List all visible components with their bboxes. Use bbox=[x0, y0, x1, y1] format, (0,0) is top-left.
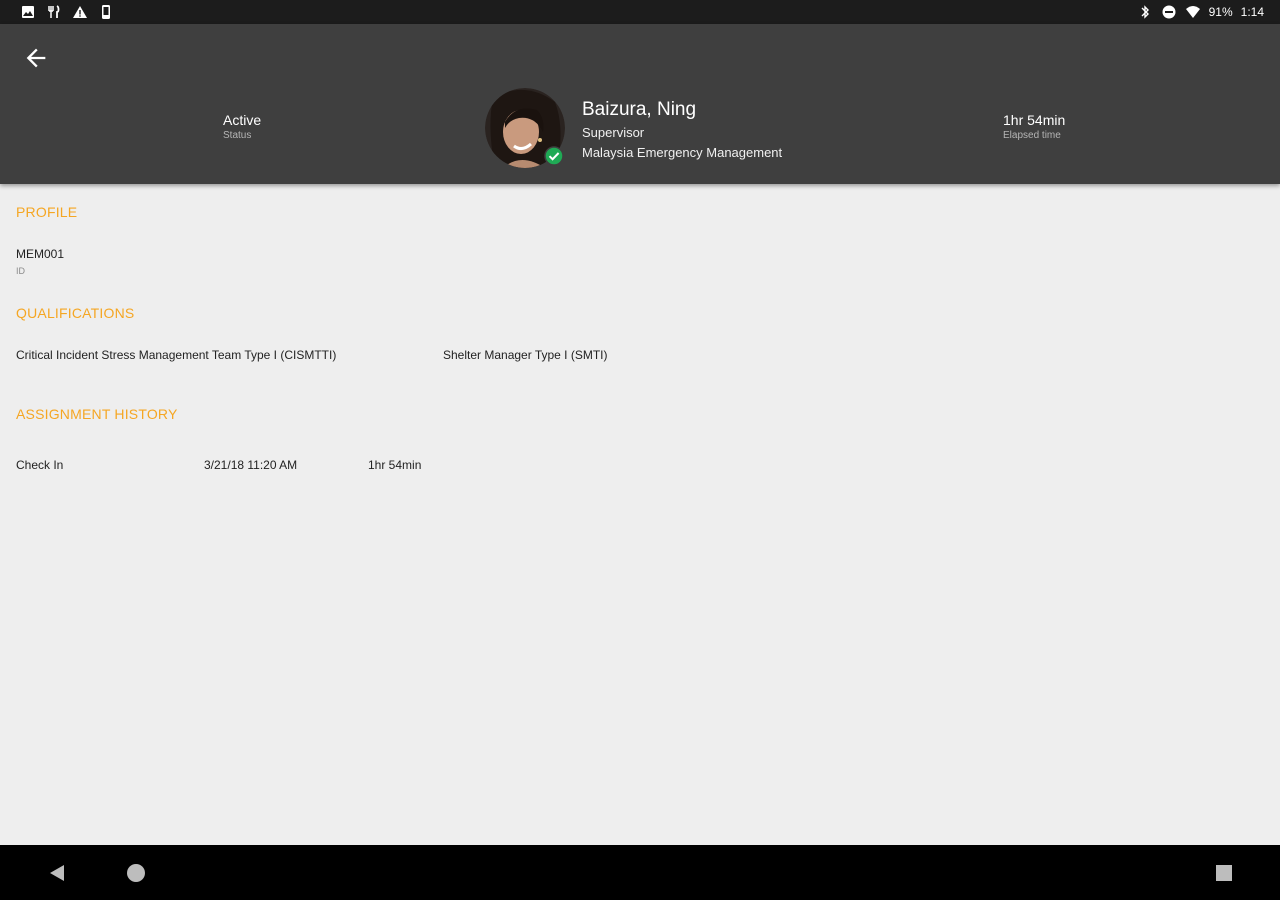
nav-home-button[interactable] bbox=[124, 861, 148, 885]
image-icon bbox=[20, 4, 36, 20]
status-block: Active Status bbox=[223, 112, 261, 141]
elapsed-label: Elapsed time bbox=[1003, 130, 1061, 141]
person-info: Baizura, Ning Supervisor Malaysia Emerge… bbox=[582, 99, 782, 160]
status-label: Status bbox=[223, 130, 252, 141]
circle-home-icon bbox=[127, 864, 145, 882]
member-id-value: MEM001 bbox=[16, 247, 65, 261]
person-role: Supervisor bbox=[582, 125, 645, 140]
qualification-item: Shelter Manager Type I (SMTI) bbox=[443, 348, 608, 362]
bluetooth-icon bbox=[1137, 4, 1153, 20]
arrow-back-icon bbox=[26, 48, 46, 68]
battery-level: 91% bbox=[1208, 5, 1233, 19]
system-status-bar: 91% 1:14 bbox=[0, 0, 1280, 24]
person-organization: Malaysia Emergency Management bbox=[582, 145, 783, 160]
system-indicators: 91% 1:14 bbox=[1137, 4, 1264, 20]
square-recents-icon bbox=[1216, 865, 1232, 881]
section-title-assignment-history: ASSIGNMENT HISTORY bbox=[16, 406, 178, 422]
nav-recents-button[interactable] bbox=[1212, 861, 1236, 885]
elapsed-block: 1hr 54min Elapsed time bbox=[1003, 112, 1065, 141]
section-title-qualifications: QUALIFICATIONS bbox=[16, 305, 135, 321]
qualification-item: Critical Incident Stress Management Team… bbox=[16, 348, 337, 362]
member-id-label: ID bbox=[16, 266, 25, 276]
triangle-back-icon bbox=[50, 865, 64, 881]
clock: 1:14 bbox=[1240, 5, 1264, 19]
person-name: Baizura, Ning bbox=[582, 99, 697, 120]
status-value: Active bbox=[223, 112, 262, 128]
wifi-icon bbox=[1185, 4, 1201, 20]
profile-header: Active Status Baizura, Ning Supervisor M… bbox=[0, 24, 1280, 184]
notification-icons bbox=[20, 4, 114, 20]
do-not-disturb-icon bbox=[1161, 4, 1177, 20]
system-navigation-bar bbox=[0, 845, 1280, 900]
assignment-event: Check In bbox=[16, 458, 64, 472]
section-title-profile: PROFILE bbox=[16, 204, 78, 220]
nav-back-button[interactable] bbox=[45, 861, 69, 885]
phone-icon bbox=[98, 4, 114, 20]
assignment-duration: 1hr 54min bbox=[368, 458, 422, 472]
restaurant-icon bbox=[46, 4, 62, 20]
assignment-datetime: 3/21/18 11:20 AM bbox=[204, 458, 298, 472]
verified-badge-icon bbox=[544, 146, 564, 166]
elapsed-value: 1hr 54min bbox=[1003, 112, 1066, 128]
warning-icon bbox=[72, 4, 88, 20]
back-button[interactable] bbox=[22, 44, 50, 72]
